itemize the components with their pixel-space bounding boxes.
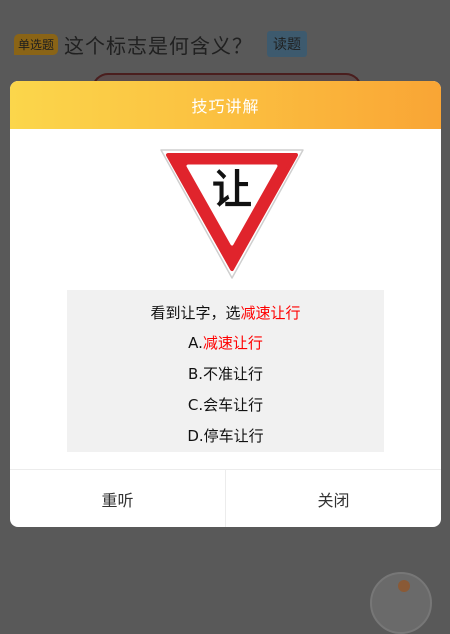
tip-modal: 技巧讲解 让 看到让字，选减速让行 A.减速让行 B.不准让行 C.会车让行 D…: [10, 81, 441, 527]
tip-text: 看到让字，选减速让行: [67, 302, 384, 323]
read-question-button[interactable]: 读题: [267, 31, 308, 57]
option-d-letter: D.: [187, 427, 204, 445]
close-button[interactable]: 关闭: [225, 470, 441, 527]
question-type-badge: 单选题: [14, 33, 59, 55]
tip-box: 看到让字，选减速让行 A.减速让行 B.不准让行 C.会车让行 D.停车让行: [67, 290, 384, 452]
option-b-letter: B.: [187, 365, 204, 383]
option-c: C.会车让行: [67, 394, 384, 415]
option-a: A.减速让行: [67, 332, 384, 353]
option-b: B.不准让行: [67, 363, 384, 384]
option-a-text: 减速让行: [202, 334, 263, 352]
question-header: 单选题 这个标志是何含义？ 读题: [14, 30, 308, 58]
question-title: 这个标志是何含义？: [64, 33, 254, 58]
modal-title: 技巧讲解: [191, 97, 260, 116]
replay-button[interactable]: 重听: [10, 470, 225, 527]
yield-sign-text: 让: [212, 167, 252, 213]
background-floating-dot: [398, 580, 410, 592]
modal-header: 技巧讲解: [10, 81, 441, 129]
tip-highlight: 减速让行: [240, 304, 301, 322]
modal-footer: 重听 关闭: [10, 469, 441, 527]
option-c-text: 会车让行: [203, 396, 264, 414]
option-d-text: 停车让行: [203, 427, 264, 445]
yield-sign-icon: 让: [155, 146, 309, 282]
option-b-text: 不准让行: [203, 365, 264, 383]
tip-prefix: 看到让字，选: [150, 304, 241, 322]
option-a-letter: A.: [188, 334, 203, 352]
option-c-letter: C.: [187, 396, 204, 414]
option-d: D.停车让行: [67, 425, 384, 446]
